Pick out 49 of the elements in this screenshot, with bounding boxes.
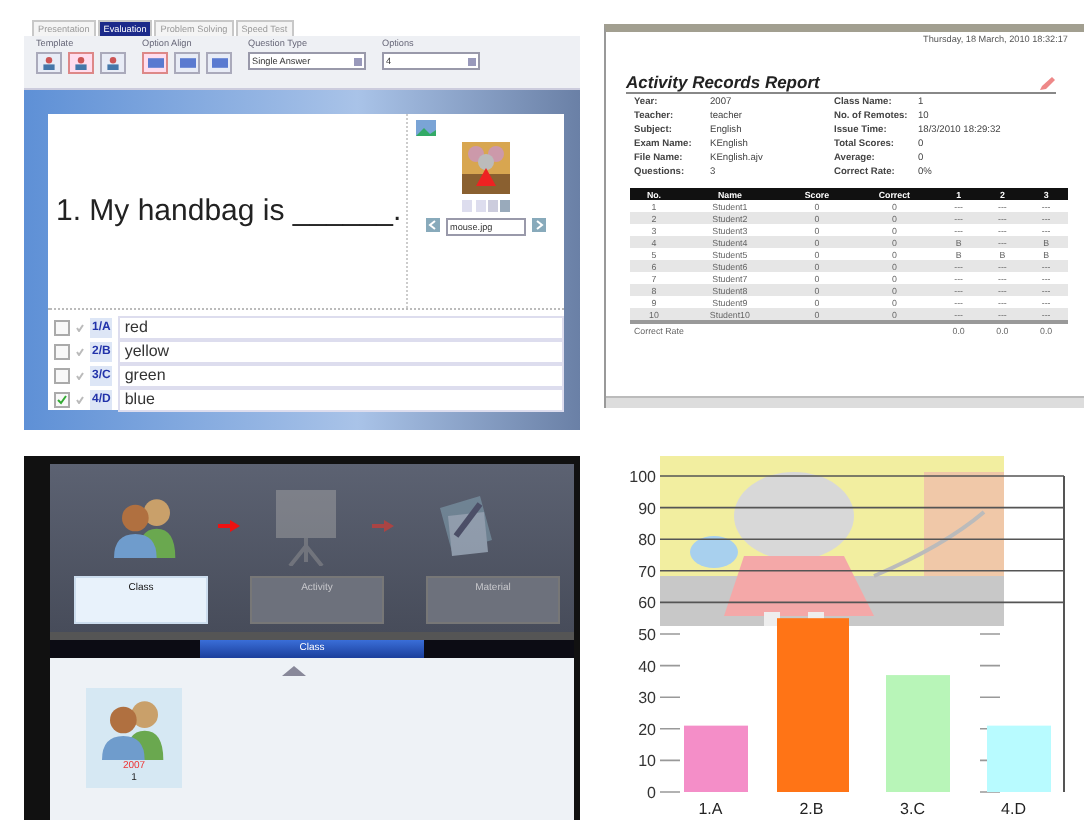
next-button[interactable]	[532, 218, 546, 232]
bar	[987, 725, 1051, 792]
axis-label: 0	[647, 784, 656, 802]
checkbox[interactable]	[54, 319, 70, 335]
template-button[interactable]	[100, 52, 126, 74]
axis-label: 4.D	[1001, 800, 1026, 818]
person-icon	[42, 56, 56, 70]
axis-label: 100	[629, 468, 656, 486]
axis-label: 10	[638, 752, 656, 771]
axis-label: 50	[638, 626, 656, 644]
report-title: Activity Records Report	[626, 72, 820, 92]
align-button[interactable]	[142, 52, 168, 74]
question-text: 1. My handbag is ______.	[48, 114, 408, 308]
axis-label: 30	[638, 689, 656, 708]
answer-field[interactable]: blue	[118, 387, 564, 411]
previous-button[interactable]	[426, 218, 440, 232]
checkbox[interactable]	[54, 367, 70, 383]
checkbox[interactable]	[54, 391, 70, 407]
bar	[886, 675, 950, 792]
axis-label: 80	[638, 531, 656, 550]
check-icon	[76, 371, 84, 379]
align-button[interactable]	[206, 52, 232, 74]
template-button[interactable]	[68, 52, 94, 74]
axis-label: 3.C	[900, 800, 925, 818]
axis-label: 2.B	[799, 800, 824, 818]
bar	[684, 725, 748, 792]
axis-label: 70	[638, 562, 656, 581]
arrow-icon	[218, 520, 240, 532]
axis-label: 1.A	[698, 800, 723, 818]
template-button[interactable]	[36, 52, 62, 74]
answer-field[interactable]: green	[118, 363, 564, 387]
projector-screen-icon	[272, 486, 340, 566]
axis-label: 90	[638, 499, 656, 518]
align-button[interactable]	[174, 52, 200, 74]
check-icon	[76, 323, 84, 331]
axis-label: 60	[638, 594, 656, 613]
person-icon	[106, 56, 120, 70]
answer-field[interactable]: yellow	[118, 339, 564, 363]
person-icon	[74, 56, 88, 70]
toolbar-icons-drawing[interactable]	[460, 200, 512, 212]
pencil-icon	[1038, 76, 1056, 92]
answer-field[interactable]: red	[118, 315, 564, 339]
axis-label: 20	[638, 720, 656, 739]
check-icon	[76, 395, 84, 403]
checkbox[interactable]	[54, 343, 70, 359]
check-icon	[76, 347, 84, 355]
scroll-up-icon[interactable]	[282, 666, 306, 676]
arrow-icon	[372, 520, 394, 532]
axis-label: 40	[638, 657, 656, 676]
